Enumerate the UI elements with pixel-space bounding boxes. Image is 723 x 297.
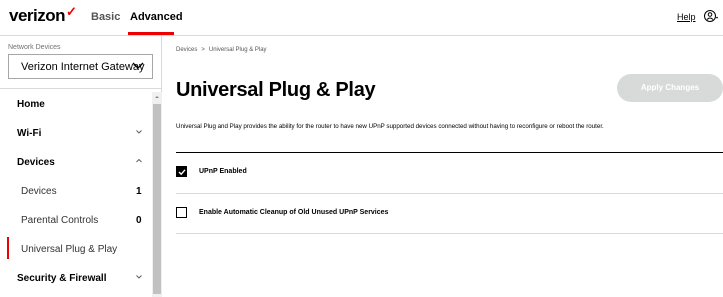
- device-count: 1: [136, 186, 142, 197]
- sidebar-subitem-upnp[interactable]: Universal Plug & Play: [0, 234, 149, 263]
- upnp-enabled-label: UPnP Enabled: [199, 168, 247, 175]
- breadcrumb: Devices > Universal Plug & Play: [176, 47, 267, 53]
- logo-checkmark-icon: ✓: [66, 4, 77, 19]
- sidebar-subitem-devices[interactable]: Devices 1: [0, 176, 149, 205]
- chevron-down-icon: [132, 62, 144, 69]
- network-device-select[interactable]: Verizon Internet Gateway: [8, 54, 153, 79]
- verizon-logo[interactable]: verizon ✓: [9, 4, 77, 26]
- tab-advanced[interactable]: Advanced: [130, 11, 183, 23]
- sidebar-item-security-firewall[interactable]: Security & Firewall: [0, 263, 149, 292]
- user-icon[interactable]: [704, 9, 718, 23]
- help-link[interactable]: Help: [677, 12, 696, 22]
- tab-basic[interactable]: Basic: [91, 11, 120, 23]
- page-title: Universal Plug & Play: [176, 79, 376, 101]
- section-divider: [176, 152, 723, 153]
- page-description: Universal Plug and Play provides the abi…: [176, 123, 604, 130]
- scrollbar-thumb[interactable]: [153, 104, 161, 294]
- sidebar-item-home[interactable]: Home: [0, 89, 149, 118]
- sidebar-item-label: Devices: [21, 186, 57, 197]
- breadcrumb-current: Universal Plug & Play: [208, 47, 267, 53]
- chevron-up-icon: [136, 158, 142, 163]
- sidebar-item-label: Parental Controls: [21, 215, 99, 226]
- sidebar-nav: Home Wi-Fi Devices Devices 1 Parental Co…: [0, 89, 149, 292]
- option-divider: [176, 233, 723, 234]
- network-devices-label: Network Devices: [8, 44, 61, 51]
- checkmark-icon: [178, 169, 186, 176]
- breadcrumb-separator: >: [201, 47, 205, 53]
- active-item-indicator: [7, 237, 9, 259]
- sidebar-item-label: Wi-Fi: [17, 128, 42, 139]
- active-tab-indicator: [128, 32, 174, 35]
- upnp-enabled-checkbox[interactable]: [176, 166, 187, 177]
- apply-changes-button[interactable]: Apply Changes: [617, 74, 723, 102]
- option-divider: [176, 193, 723, 194]
- sidebar-item-devices[interactable]: Devices: [0, 147, 149, 176]
- chevron-down-icon: [136, 275, 142, 279]
- sidebar-item-wifi[interactable]: Wi-Fi: [0, 118, 149, 147]
- parental-controls-count: 0: [136, 215, 142, 226]
- selected-device-value: Verizon Internet Gateway: [21, 61, 145, 73]
- sidebar-scrollbar[interactable]: [152, 92, 162, 297]
- auto-cleanup-checkbox[interactable]: [176, 207, 187, 218]
- sidebar-item-label: Security & Firewall: [17, 273, 107, 284]
- sidebar-item-label: Home: [17, 99, 45, 110]
- breadcrumb-devices[interactable]: Devices: [176, 47, 197, 53]
- sidebar-item-label: Devices: [17, 157, 55, 168]
- sidebar-item-label: Universal Plug & Play: [21, 244, 118, 255]
- scroll-up-arrow-icon[interactable]: [153, 93, 161, 101]
- top-header: verizon ✓ Basic Advanced Help: [0, 0, 723, 36]
- sidebar: Network Devices Verizon Internet Gateway…: [0, 36, 162, 297]
- sidebar-subitem-parental-controls[interactable]: Parental Controls 0: [0, 205, 149, 234]
- logo-text: verizon: [9, 6, 66, 25]
- chevron-down-icon: [136, 130, 142, 134]
- main-content: Devices > Universal Plug & Play Universal …: [163, 36, 723, 297]
- auto-cleanup-label: Enable Automatic Cleanup of Old Unused U…: [199, 209, 389, 216]
